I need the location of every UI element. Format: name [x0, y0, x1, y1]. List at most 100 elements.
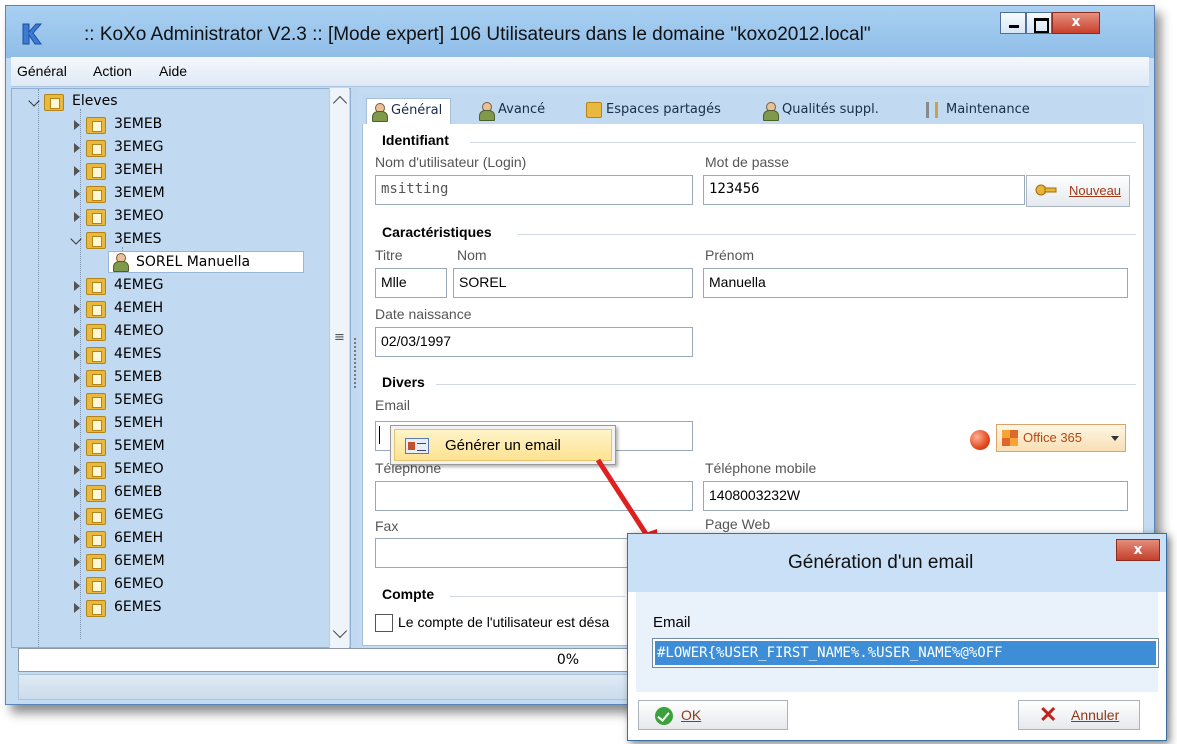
folder-icon [86, 485, 106, 502]
folder-icon [86, 554, 106, 571]
folder-icon [86, 508, 106, 525]
date-naissance-field[interactable]: 02/03/1997 [375, 327, 693, 357]
dialog-title-bar[interactable]: Génération d'un email x [628, 534, 1166, 592]
folder-icon [86, 301, 106, 318]
collapsed-chevron-icon[interactable] [74, 511, 80, 521]
nom-field[interactable]: SOREL [453, 268, 693, 298]
dialog-close-button[interactable]: x [1116, 539, 1160, 561]
tree-scrollbar[interactable] [329, 88, 349, 648]
collapsed-chevron-icon[interactable] [74, 143, 80, 153]
folder-icon [86, 462, 106, 479]
tree-item-label: 3EMEH [114, 162, 164, 178]
collapsed-chevron-icon[interactable] [74, 281, 80, 291]
folder-icon [86, 370, 106, 387]
tree-item-label: SOREL Manuella [136, 254, 251, 270]
maximize-button[interactable] [1026, 12, 1052, 34]
collapsed-chevron-icon[interactable] [74, 120, 80, 130]
office-icon [1002, 430, 1018, 446]
collapsed-chevron-icon[interactable] [74, 304, 80, 314]
users-icon [762, 102, 779, 121]
nouveau-button[interactable]: Nouveau [1026, 175, 1130, 207]
collapsed-chevron-icon[interactable] [74, 350, 80, 360]
collapsed-chevron-icon[interactable] [74, 189, 80, 199]
collapsed-chevron-icon[interactable] [74, 603, 80, 613]
titre-field[interactable]: Mlle [375, 268, 447, 298]
dialog-email-field[interactable]: #LOWER{%USER_FIRST_NAME%.%USER_NAME%@%OF… [652, 638, 1159, 668]
section-identifiant-title: Identifiant [382, 132, 449, 148]
user-icon [112, 253, 129, 272]
tab-qualites-suppl[interactable]: Qualités suppl. [758, 98, 879, 124]
user-icon [478, 102, 495, 121]
window-title: :: KoXo Administrator V2.3 :: [Mode expe… [84, 24, 871, 45]
ok-button[interactable]: OK [638, 700, 788, 730]
tab-general[interactable]: Général [366, 98, 452, 124]
prenom-field[interactable]: Manuella [703, 268, 1128, 298]
mobile-field[interactable]: 1408003232W [703, 481, 1128, 511]
folder-icon [86, 439, 106, 456]
scroll-grip-icon[interactable]: ≡ [334, 330, 345, 345]
folder-icon [86, 347, 106, 364]
collapsed-chevron-icon[interactable] [74, 327, 80, 337]
text-cursor [379, 426, 380, 444]
tab-avance[interactable]: Avancé [474, 98, 545, 124]
generate-email-menu-item[interactable]: Générer un email [394, 429, 612, 461]
login-label: Nom d'utilisateur (Login) [375, 154, 527, 170]
wrench-icon [926, 102, 938, 118]
collapsed-chevron-icon[interactable] [74, 396, 80, 406]
close-icon: x [1133, 542, 1143, 558]
collapsed-chevron-icon[interactable] [74, 212, 80, 222]
tree-item-label: 4EMES [114, 346, 162, 362]
tree-item-label: 4EMEH [114, 300, 164, 316]
tree-item-label: 5EMEM [114, 438, 165, 454]
section-divider [450, 596, 625, 597]
folder-icon [86, 186, 106, 203]
splitter-handle[interactable] [351, 88, 359, 648]
menu-general[interactable]: Général [17, 63, 67, 79]
tab-maintenance[interactable]: Maintenance [922, 98, 1030, 124]
folder-icon [86, 163, 106, 180]
menu-action[interactable]: Action [93, 63, 132, 79]
tree-item-label: 3EMEM [114, 185, 165, 201]
minimize-button[interactable] [1000, 12, 1026, 34]
date-naissance-label: Date naissance [375, 306, 472, 322]
collapsed-chevron-icon[interactable] [74, 488, 80, 498]
tree-item-label: 6EMEB [114, 484, 163, 500]
dialog-email-label: Email [653, 614, 691, 631]
titre-label: Titre [375, 247, 403, 263]
generate-email-dialog: Génération d'un email x Email #LOWER{%US… [627, 533, 1167, 741]
telephone-field[interactable] [375, 481, 693, 511]
collapsed-chevron-icon[interactable] [74, 419, 80, 429]
tree-item-label: 6EMEO [114, 576, 164, 592]
account-disabled-checkbox[interactable] [375, 614, 393, 632]
scroll-up-icon[interactable] [332, 95, 348, 111]
collapsed-chevron-icon[interactable] [74, 580, 80, 590]
login-field[interactable]: msitting [375, 175, 693, 205]
collapsed-chevron-icon[interactable] [74, 534, 80, 544]
collapsed-chevron-icon[interactable] [74, 442, 80, 452]
collapsed-chevron-icon[interactable] [74, 465, 80, 475]
menu-aide[interactable]: Aide [159, 63, 187, 79]
tree-item-label: 3EMEO [114, 208, 164, 224]
scroll-down-icon[interactable] [332, 623, 348, 639]
collapsed-chevron-icon[interactable] [74, 557, 80, 567]
close-button[interactable]: x [1052, 12, 1100, 34]
status-red-dot-icon [970, 430, 990, 450]
section-compte-title: Compte [382, 586, 435, 602]
tab-espaces-partages[interactable]: Espaces partagés [582, 98, 721, 124]
office365-dropdown-button[interactable]: Office 365 [996, 424, 1126, 452]
section-divers-title: Divers [382, 374, 425, 390]
folder-icon [86, 416, 106, 433]
tree-item-label: Eleves [72, 93, 118, 109]
password-field[interactable]: 123456 [703, 175, 1025, 205]
collapsed-chevron-icon[interactable] [74, 166, 80, 176]
cancel-button[interactable]: ✕ Annuler [1018, 700, 1140, 730]
account-disabled-label: Le compte de l'utilisateur est désa [398, 614, 610, 630]
title-bar[interactable]: :: KoXo Administrator V2.3 :: [Mode expe… [6, 6, 1154, 58]
section-caracteristiques-title: Caractéristiques [382, 224, 492, 240]
tree-item-label: 3EMEB [114, 116, 163, 132]
tree-item-label: 6EMEG [114, 507, 164, 523]
email-label: Email [375, 397, 411, 413]
tree-view[interactable] [11, 88, 351, 648]
collapsed-chevron-icon[interactable] [74, 373, 80, 383]
koxo-logo-icon [22, 23, 42, 45]
